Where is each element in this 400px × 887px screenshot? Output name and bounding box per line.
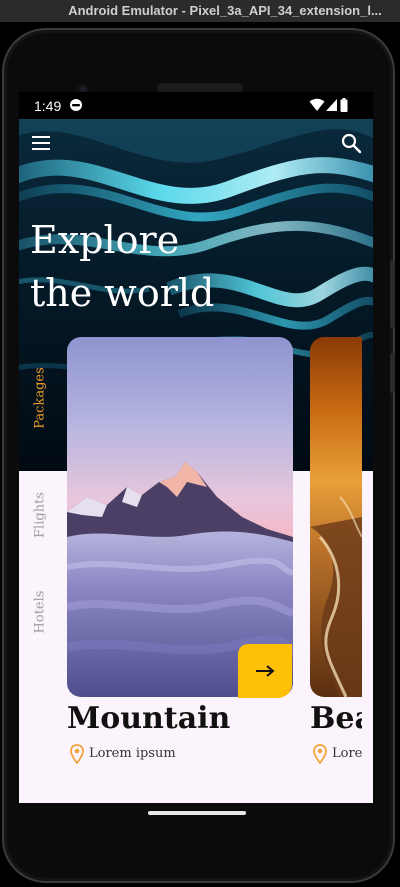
notification-icon bbox=[70, 99, 82, 111]
hero-title-line-2: the world bbox=[30, 271, 215, 315]
beach-card-image[interactable] bbox=[310, 337, 362, 697]
beach-photo bbox=[310, 337, 362, 697]
location-pin-icon bbox=[313, 744, 327, 764]
search-icon bbox=[341, 133, 362, 154]
mountain-photo bbox=[67, 337, 293, 697]
app-screen: 1:49 Explore the world Packages Flights … bbox=[19, 92, 373, 803]
hamburger-menu-icon bbox=[32, 136, 50, 150]
emulator-title-bar: Android Emulator - Pixel_3a_API_34_exten… bbox=[0, 0, 400, 22]
hero-title: Explore the world bbox=[30, 214, 214, 320]
beach-card-title: Bea bbox=[310, 701, 362, 736]
power-button[interactable] bbox=[390, 353, 395, 393]
mountain-card-location: Lorem ipsum bbox=[89, 746, 176, 761]
tab-packages-label: Packages bbox=[32, 367, 48, 429]
gesture-navigation-bar[interactable] bbox=[148, 811, 246, 815]
menu-button[interactable] bbox=[29, 131, 53, 155]
battery-icon bbox=[340, 98, 348, 112]
hero-title-line-1: Explore bbox=[30, 218, 180, 262]
beach-card-location: Lorem bbox=[332, 746, 362, 761]
tab-flights-label: Flights bbox=[32, 492, 48, 538]
status-time: 1:49 bbox=[34, 98, 62, 114]
tab-packages[interactable]: Packages bbox=[25, 353, 55, 443]
mountain-card-image[interactable] bbox=[67, 337, 293, 697]
tab-hotels-label: Hotels bbox=[32, 590, 48, 634]
status-bar: 1:49 bbox=[19, 92, 373, 119]
wifi-icon bbox=[309, 98, 325, 111]
mountain-card-title: Mountain bbox=[67, 701, 231, 736]
volume-button[interactable] bbox=[390, 260, 395, 328]
tab-hotels[interactable]: Hotels bbox=[25, 567, 55, 657]
mountain-card-go-button[interactable] bbox=[238, 644, 292, 698]
search-button[interactable] bbox=[339, 131, 363, 155]
location-pin-icon bbox=[70, 744, 84, 764]
tab-flights[interactable]: Flights bbox=[25, 470, 55, 560]
window-title: Android Emulator - Pixel_3a_API_34_exten… bbox=[68, 3, 382, 18]
arrow-right-icon bbox=[256, 665, 275, 677]
cell-signal-icon bbox=[326, 99, 337, 111]
